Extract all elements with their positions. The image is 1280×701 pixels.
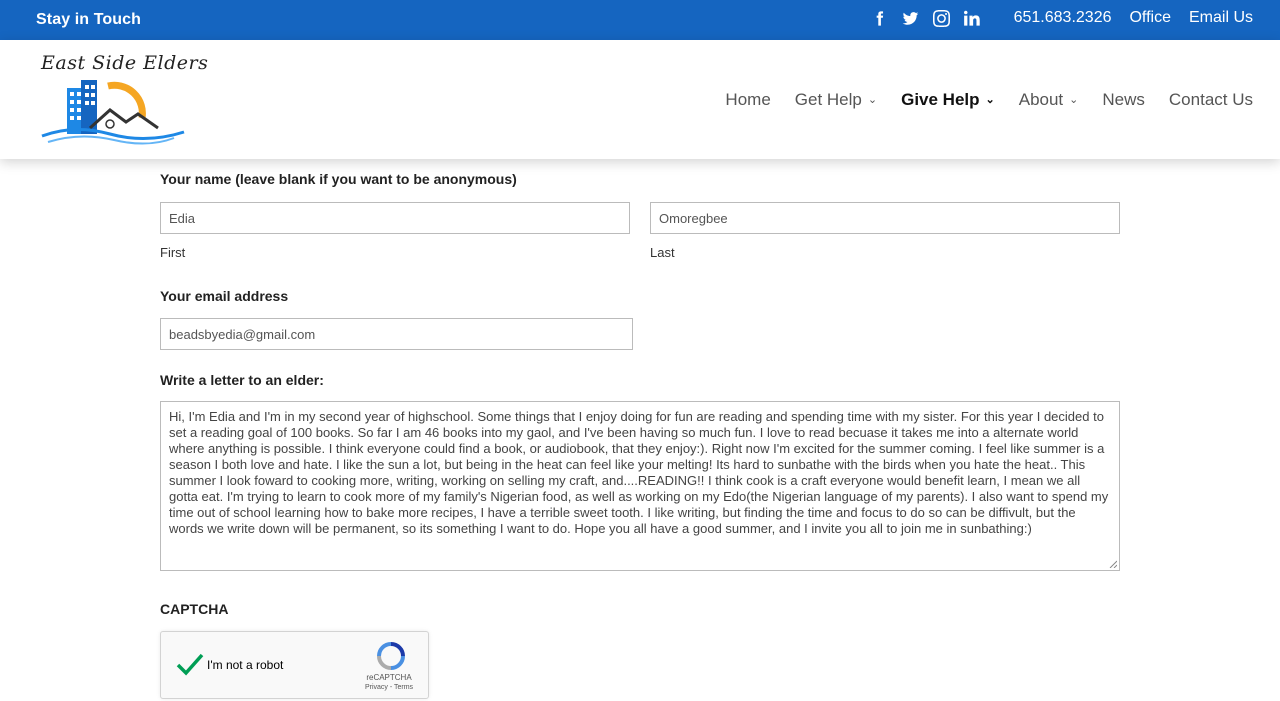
recaptcha-brand: reCAPTCHA xyxy=(366,673,412,682)
email-us-link[interactable]: Email Us xyxy=(1189,9,1253,27)
recaptcha-logo-icon xyxy=(377,642,405,670)
letter-text: Hi, I'm Edia and I'm in my second year o… xyxy=(169,409,1109,536)
nav-about-label: About xyxy=(1018,90,1064,109)
instagram-icon[interactable] xyxy=(933,9,951,27)
name-label: Your name (leave blank if you want to be… xyxy=(160,171,517,187)
facebook-icon[interactable] xyxy=(871,9,889,27)
last-name-sublabel: Last xyxy=(650,245,675,260)
site-header: East Side Elders Home Get Help ⌄ Give Hel… xyxy=(0,40,1280,159)
social-links xyxy=(858,9,982,27)
recaptcha-terms-link[interactable]: Privacy - Terms xyxy=(361,684,417,691)
phone-link[interactable]: 651.683.2326 xyxy=(1014,9,1112,27)
logo-graphic xyxy=(41,80,185,145)
nav-news-label: News xyxy=(1102,90,1145,109)
linkedin-icon[interactable] xyxy=(964,9,982,27)
resize-handle-icon[interactable] xyxy=(1109,560,1117,568)
nav-about[interactable]: About ⌄ xyxy=(1019,90,1079,110)
first-name-sublabel: First xyxy=(160,245,186,260)
nav-home[interactable]: Home xyxy=(725,90,770,110)
recaptcha-widget: I'm not a robot reCAPTCHA Privacy - Term… xyxy=(160,631,429,699)
nav-news[interactable]: News xyxy=(1102,90,1145,110)
nav-get-help-label: Get Help xyxy=(794,90,862,109)
checkmark-icon[interactable] xyxy=(175,650,205,680)
site-logo[interactable]: East Side Elders xyxy=(34,50,208,150)
stay-in-touch-label: Stay in Touch xyxy=(36,11,142,28)
letter-textarea[interactable]: Hi, I'm Edia and I'm in my second year o… xyxy=(160,401,1120,571)
nav-home-label: Home xyxy=(725,90,771,109)
logo-text: East Side Elders xyxy=(41,52,209,74)
nav-get-help[interactable]: Get Help ⌄ xyxy=(795,90,877,110)
first-name-input[interactable] xyxy=(160,202,630,234)
chevron-down-icon: ⌄ xyxy=(1069,93,1079,106)
letter-label: Write a letter to an elder: xyxy=(160,372,324,388)
nav-contact-us-label: Contact Us xyxy=(1168,90,1253,109)
office-link[interactable]: Office xyxy=(1129,9,1171,27)
captcha-label: CAPTCHA xyxy=(160,601,229,617)
email-label: Your email address xyxy=(160,288,289,304)
main-nav: Home Get Help ⌄ Give Help ⌄ About ⌄ News Co… xyxy=(701,90,1253,110)
nav-give-help[interactable]: Give Help ⌄ xyxy=(901,90,995,110)
email-field[interactable] xyxy=(160,318,633,350)
last-name-input[interactable] xyxy=(650,202,1120,234)
recaptcha-text: I'm not a robot xyxy=(207,658,284,672)
nav-give-help-label: Give Help xyxy=(901,90,980,109)
chevron-down-icon: ⌄ xyxy=(867,93,878,106)
nav-contact-us[interactable]: Contact Us xyxy=(1169,90,1253,110)
chevron-down-icon: ⌄ xyxy=(985,93,995,106)
top-bar: Stay in Touch 651.683.2326 Office Email … xyxy=(0,0,1280,40)
top-bar-right: 651.683.2326 Office Email Us xyxy=(858,9,1253,27)
twitter-icon[interactable] xyxy=(902,9,920,27)
